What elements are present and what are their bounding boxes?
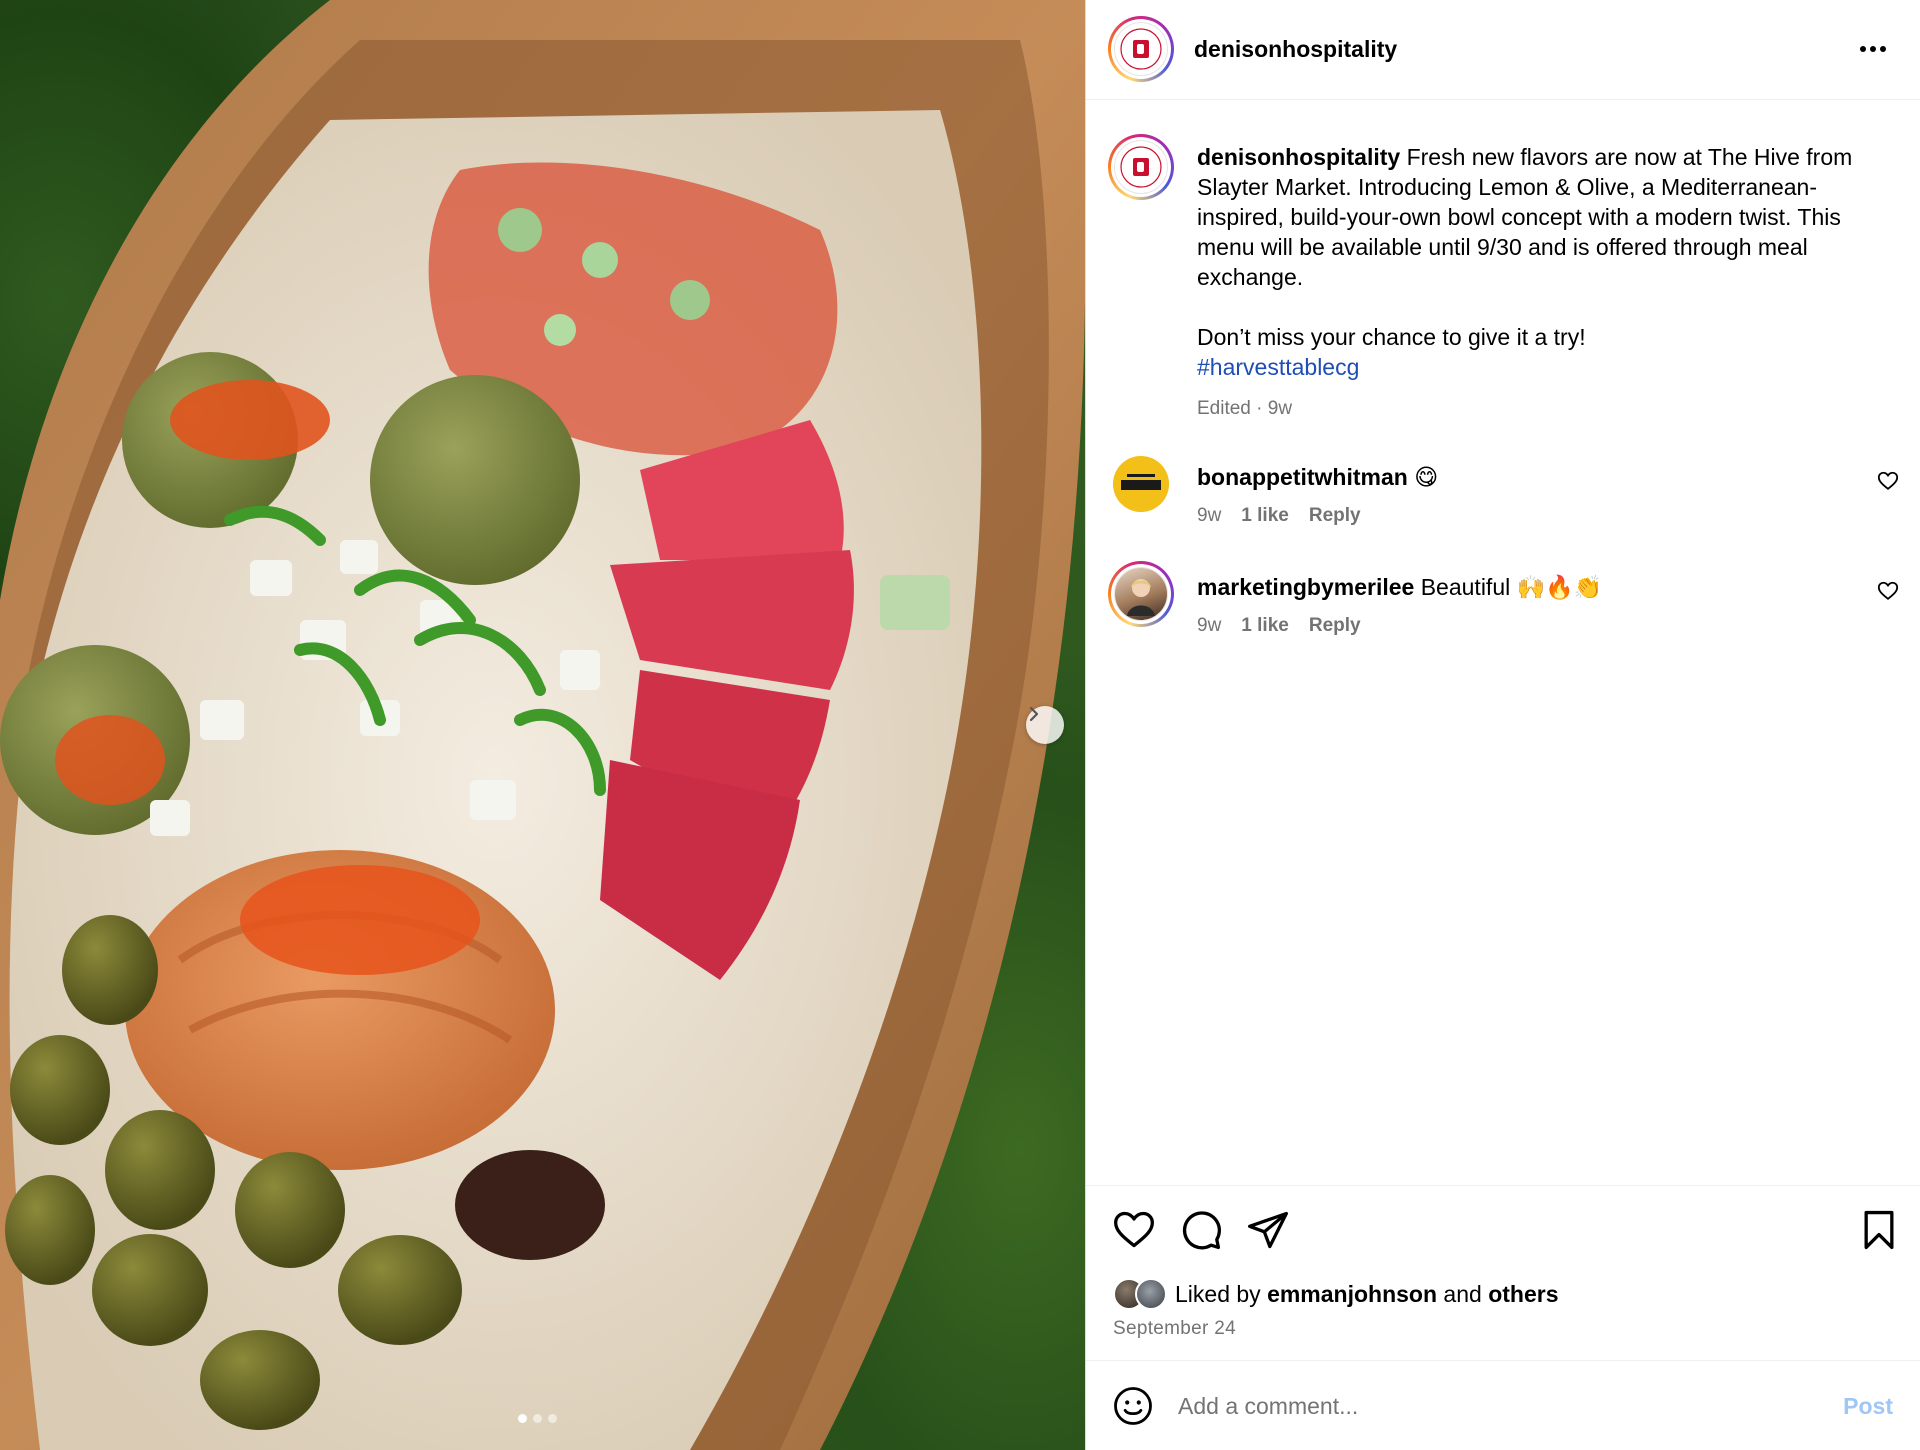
comment-reply-button[interactable]: Reply <box>1309 615 1361 637</box>
more-options-button[interactable] <box>1855 34 1891 64</box>
liked-by-connector: and <box>1443 1280 1482 1307</box>
comment-composer: Post <box>1086 1360 1920 1450</box>
comment-reply-button[interactable]: Reply <box>1309 505 1361 527</box>
comment-text: 😋 <box>1414 464 1439 490</box>
comment-item: marketingbymerilee Beautiful 🙌🔥👏 9w 1 li… <box>1086 561 1920 646</box>
post-date: September 24 <box>1113 1318 1236 1339</box>
food-bowl-photo <box>0 0 1085 1450</box>
bookmark-icon[interactable] <box>1857 1208 1901 1252</box>
author-avatar[interactable] <box>1108 16 1174 82</box>
comment-time: 9w <box>1197 505 1222 526</box>
caption-author-avatar[interactable] <box>1108 134 1174 200</box>
carousel-dot <box>548 1414 557 1423</box>
denison-logo-icon <box>1120 28 1162 70</box>
comment-likes[interactable]: 1 like <box>1241 615 1289 637</box>
comments-area: denisonhospitality Fresh new flavors are… <box>1086 100 1920 1185</box>
liker-avatars <box>1113 1278 1167 1310</box>
denison-logo-icon <box>1120 146 1162 188</box>
post-actions: Liked by emmanjohnson and others Septemb… <box>1086 1185 1920 1360</box>
heart-outline-icon[interactable] <box>1877 580 1899 602</box>
carousel-dot <box>518 1414 527 1423</box>
comment-text: Beautiful 🙌🔥👏 <box>1420 574 1603 600</box>
comment-bubble-icon[interactable] <box>1179 1208 1223 1252</box>
liked-by-others[interactable]: others <box>1488 1281 1558 1308</box>
carousel-indicator <box>518 1414 557 1423</box>
carousel-dot <box>533 1414 542 1423</box>
hashtag-link[interactable]: #harvesttablecg <box>1197 352 1897 382</box>
caption-username[interactable]: denisonhospitality <box>1197 144 1400 170</box>
bon-appetit-logo-icon <box>1113 456 1169 512</box>
like-heart-icon[interactable] <box>1112 1208 1156 1252</box>
caption-body-2: Don’t miss your chance to give it a try! <box>1197 324 1586 350</box>
carousel-next-button[interactable] <box>1026 706 1064 744</box>
caption-meta: Edited · 9w <box>1197 398 1293 419</box>
chevron-right-icon <box>1029 706 1039 722</box>
more-horizontal-icon <box>1860 46 1886 52</box>
liker-avatar <box>1135 1278 1167 1310</box>
liked-by-user[interactable]: emmanjohnson <box>1267 1281 1437 1308</box>
comment-username[interactable]: marketingbymerilee <box>1197 574 1414 600</box>
heart-outline-icon[interactable] <box>1877 470 1899 492</box>
post-side-panel: denisonhospitality denisonhospitality Fr… <box>1085 0 1920 1450</box>
share-send-icon[interactable] <box>1246 1208 1290 1252</box>
comment-item: bonappetitwhitman 😋 9w 1 like Reply <box>1086 456 1920 536</box>
comment-input[interactable] <box>1178 1383 1778 1429</box>
comment-username[interactable]: bonappetitwhitman <box>1197 464 1408 490</box>
author-username[interactable]: denisonhospitality <box>1194 36 1397 63</box>
post-image <box>0 0 1085 1450</box>
commenter-avatar[interactable] <box>1108 561 1174 627</box>
comment-likes[interactable]: 1 like <box>1241 505 1289 527</box>
post-header: denisonhospitality <box>1086 0 1920 100</box>
profile-photo-icon <box>1127 579 1155 616</box>
caption-text: denisonhospitality Fresh new flavors are… <box>1197 142 1897 424</box>
commenter-avatar[interactable] <box>1113 456 1169 512</box>
emoji-icon[interactable] <box>1112 1385 1154 1427</box>
liked-by-line: Liked by emmanjohnson and others <box>1113 1276 1558 1312</box>
comment-time: 9w <box>1197 615 1222 636</box>
post-comment-button[interactable]: Post <box>1843 1393 1893 1420</box>
liked-by-prefix: Liked by <box>1175 1280 1261 1307</box>
